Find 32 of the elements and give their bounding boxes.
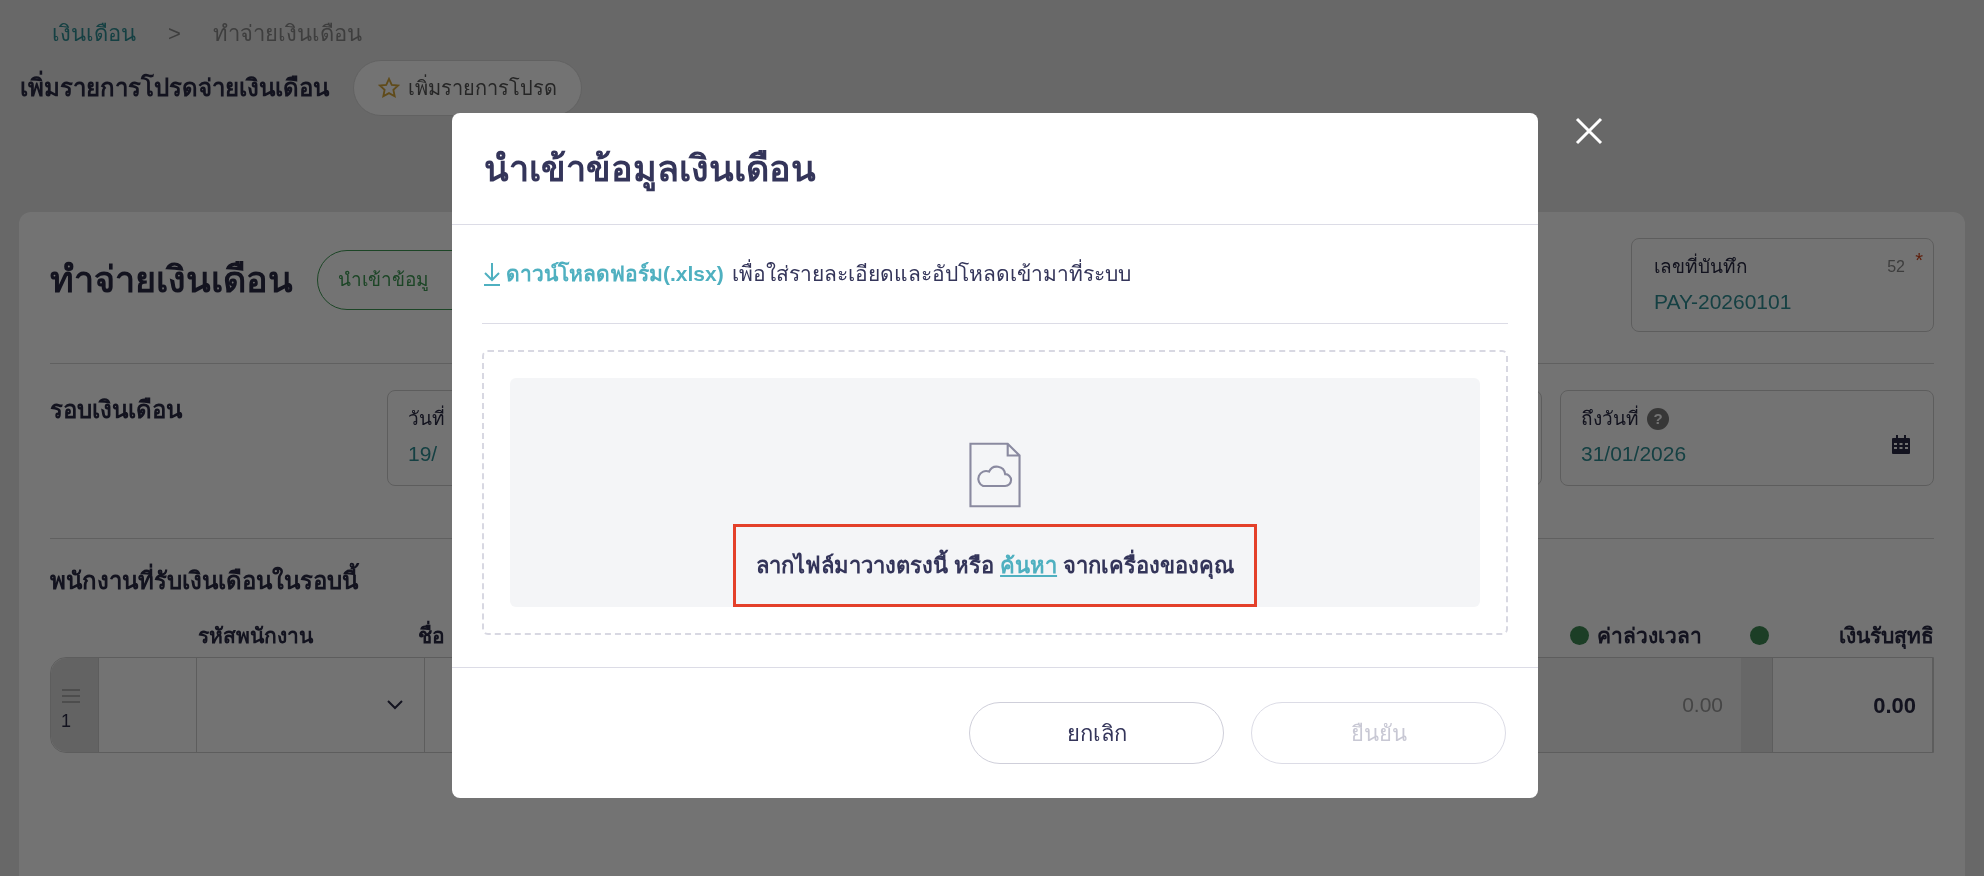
field-label: วันที่ — [408, 405, 445, 434]
field-value: 19/ — [408, 440, 438, 467]
chevron-down-icon — [386, 699, 404, 711]
favorites-label: เพิ่มรายการโปรดจ่ายเงินเดือน — [20, 70, 329, 106]
download-note: เพื่อใส่รายละเอียดและอัปโหลดเข้ามาที่ระบบ — [731, 258, 1131, 290]
net-pay-cell: 0.00 — [1772, 657, 1933, 753]
download-icon — [482, 262, 502, 286]
star-icon — [378, 77, 400, 99]
form-title: ทำจ่ายเงินเดือน — [50, 258, 293, 302]
browse-link[interactable]: ค้นหา — [1000, 553, 1058, 578]
add-favorite-button[interactable]: เพิ่มรายการโปรด — [353, 60, 582, 116]
calendar-icon[interactable] — [1891, 435, 1911, 455]
field-label: เลขที่บันทึก — [1654, 253, 1748, 282]
close-icon — [1575, 117, 1603, 145]
drag-handle[interactable]: 1 — [51, 658, 99, 752]
dialog-title: นำเข้าข้อมูลเงินเดือน — [484, 141, 816, 196]
breadcrumb-separator: > — [168, 19, 181, 48]
field-label: ถึงวันที่ — [1581, 405, 1639, 434]
row-number: 1 — [61, 710, 71, 733]
field-value: 31/01/2026 — [1581, 440, 1687, 467]
end-date-field[interactable]: ถึงวันที่ ? 31/01/2026 — [1560, 390, 1934, 486]
column-header: เงินรับสุทธิ — [1839, 622, 1934, 651]
help-icon[interactable]: ? — [1647, 408, 1669, 431]
breadcrumb-link[interactable]: เงินเดือน — [52, 16, 136, 50]
column-header: รหัสพนักงาน — [198, 622, 313, 649]
field-value: PAY-20260101 — [1654, 288, 1793, 315]
required-mark: * — [1915, 248, 1923, 273]
drop-zone[interactable]: ลากไฟล์มาวางตรงนี้ หรือ ค้นหา จากเครื่องของคุณ — [482, 350, 1508, 635]
column-header: ค่าล่วงเวลา — [1597, 622, 1702, 649]
column-header: ชื่อ — [418, 619, 445, 651]
section-title: พนักงานที่รับเงินเดือนในรอบนี้ — [50, 563, 358, 599]
period-label: รอบเงินเดือน — [50, 395, 184, 425]
